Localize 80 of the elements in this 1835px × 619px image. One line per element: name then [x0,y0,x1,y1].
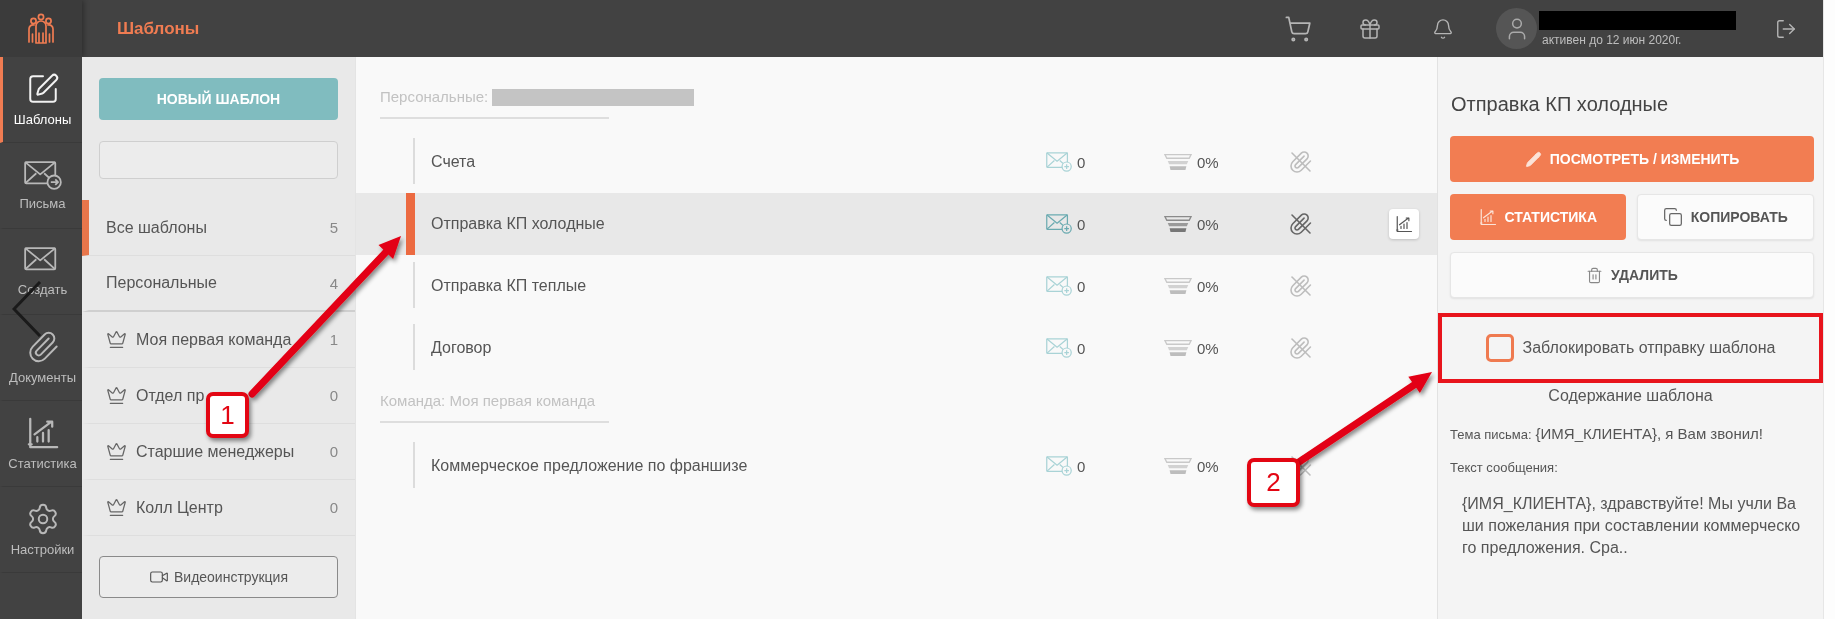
chart-icon [1395,215,1413,233]
filter-label: Персональные [106,274,217,292]
subject-label: Тема письма: [1450,427,1532,442]
action-button[interactable]: УДАЛИТЬ [1450,252,1814,298]
search-field[interactable] [99,141,338,179]
page-title: Шаблоны [117,18,200,39]
message-text: {ИМЯ_КЛИЕНТА}, здравствуйте! Мы учли Ваши пожелания при составлении коммерческого предложения. Сра.. [1462,494,1802,558]
crown-icon [106,329,127,350]
envelope-plus-icon [1046,152,1072,172]
crown-icon [106,385,127,406]
envelope-arrow-icon [23,160,62,190]
checkbox[interactable] [1485,334,1514,362]
bell-icon [1432,17,1454,40]
stats-button[interactable] [1389,209,1419,239]
sent-count: 0 [1077,153,1086,171]
cart-button[interactable] [1284,14,1312,43]
envelope-plus-icon [1046,338,1072,358]
template-name: Отправка КП теплые [431,277,588,295]
open-rate: 0% [1197,457,1219,475]
copy-icon [1662,207,1683,227]
gift-icon [1358,16,1382,41]
filter-label: Колл Центр [136,498,223,517]
filter-label: Отдел пр [136,386,205,405]
filter-label: Старшие менеджеры [136,442,295,461]
funnel-icon [1164,277,1192,295]
trash-icon [1586,266,1604,284]
open-rate: 0% [1197,153,1219,171]
filter-count: 1 [329,331,338,348]
chart-icon [1478,208,1497,226]
logout-button[interactable] [1775,17,1797,40]
subject-text: {ИМЯ_КЛИЕНТА}, я Вам звонил! [1535,425,1763,442]
template-row[interactable]: Счета 0 0% [356,131,1437,193]
filter-label: Моя первая команда [136,330,292,349]
notifications-button[interactable] [1432,17,1454,40]
annotation-badge: 2 [1247,458,1300,507]
open-rate: 0% [1197,215,1219,233]
annotation-badge: 1 [206,392,249,438]
funnel-icon [1164,457,1192,475]
template-title: Отправка КП холодные [1451,92,1670,116]
template-row[interactable]: Договор 0 0% [356,317,1437,379]
funnel-icon [1164,153,1192,171]
content-heading: Содержание шаблона [1547,386,1714,406]
sent-count: 0 [1077,277,1086,295]
action-button[interactable]: КОПИРОВАТЬ [1636,194,1814,240]
filter-count: 0 [329,387,338,404]
filter-count: 0 [329,499,338,516]
nav-item[interactable]: Шаблоны [0,57,82,143]
funnel-icon [1164,339,1192,357]
crown-icon [106,441,127,462]
chart-icon [25,416,60,450]
sent-count: 0 [1077,457,1086,475]
checkbox-label: Заблокировать отправку шаблона [1522,339,1776,357]
envelope-plus-icon [1046,276,1072,296]
funnel-icon [1164,215,1192,233]
template-name: Коммерческое предложение по франшизе [431,457,749,475]
template-name: Отправка КП холодные [431,215,606,233]
envelope-plus-icon [1046,214,1072,234]
sent-count: 0 [1077,339,1086,357]
open-rate: 0% [1197,339,1219,357]
template-name: Договор [431,339,493,357]
sent-count: 0 [1077,215,1086,233]
avatar[interactable] [1496,8,1537,49]
filter-count: 5 [329,219,338,236]
people-logo-icon[interactable] [25,12,57,45]
logout-icon [1775,17,1797,40]
template-row[interactable]: Отправка КП теплые 0 0% [356,255,1437,317]
gift-button[interactable] [1358,16,1382,41]
message-label: Текст сообщения: [1450,460,1559,475]
video-guide-button[interactable]: Видеоинструкция [99,556,338,598]
pencil-icon [1524,150,1542,168]
cart-icon [1284,14,1312,43]
account-status: активен до 12 июн 2020г. [1541,32,1683,47]
filter-count: 0 [329,443,338,460]
open-rate: 0% [1197,277,1219,295]
envelope-plus-icon [1046,456,1072,476]
crown-icon [106,497,127,518]
filter-label: Все шаблоны [106,218,207,237]
template-row[interactable]: Отправка КП холодные 0 0% [356,193,1437,255]
filter-count: 4 [329,274,338,292]
template-name: Счета [431,153,477,171]
